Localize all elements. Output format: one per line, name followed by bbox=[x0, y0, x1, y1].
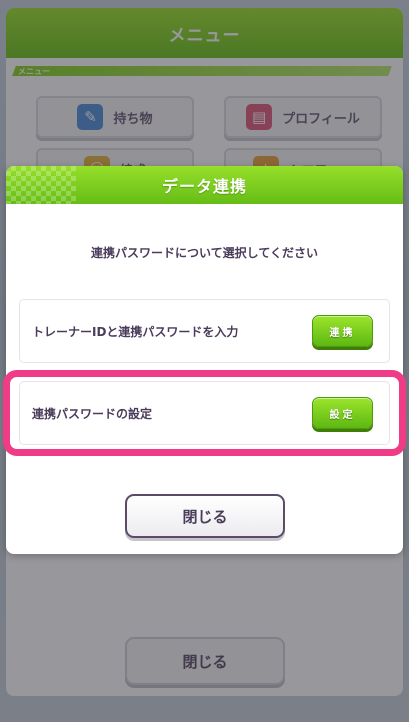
dialog-title: データ連携 bbox=[161, 177, 247, 196]
dialog-prompt: 連携パスワードについて選択してください bbox=[91, 246, 318, 260]
dialog-header: データ連携 bbox=[6, 166, 403, 204]
option-label-password-setting: 連携パスワードの設定 bbox=[32, 406, 153, 421]
option-label-link: トレーナーIDと連携パスワードを入力 bbox=[32, 324, 239, 339]
data-link-dialog: データ連携 連携パスワードについて選択してください トレーナーIDと連携パスワー… bbox=[6, 166, 403, 554]
header-pattern bbox=[6, 166, 76, 204]
link-button[interactable]: 連携 bbox=[312, 315, 373, 347]
option-row-link: トレーナーIDと連携パスワードを入力 連携 bbox=[19, 299, 390, 363]
setting-button[interactable]: 設定 bbox=[312, 397, 373, 429]
option-row-password-setting: 連携パスワードの設定 設定 bbox=[19, 381, 390, 445]
close-button[interactable]: 閉じる bbox=[125, 494, 285, 538]
